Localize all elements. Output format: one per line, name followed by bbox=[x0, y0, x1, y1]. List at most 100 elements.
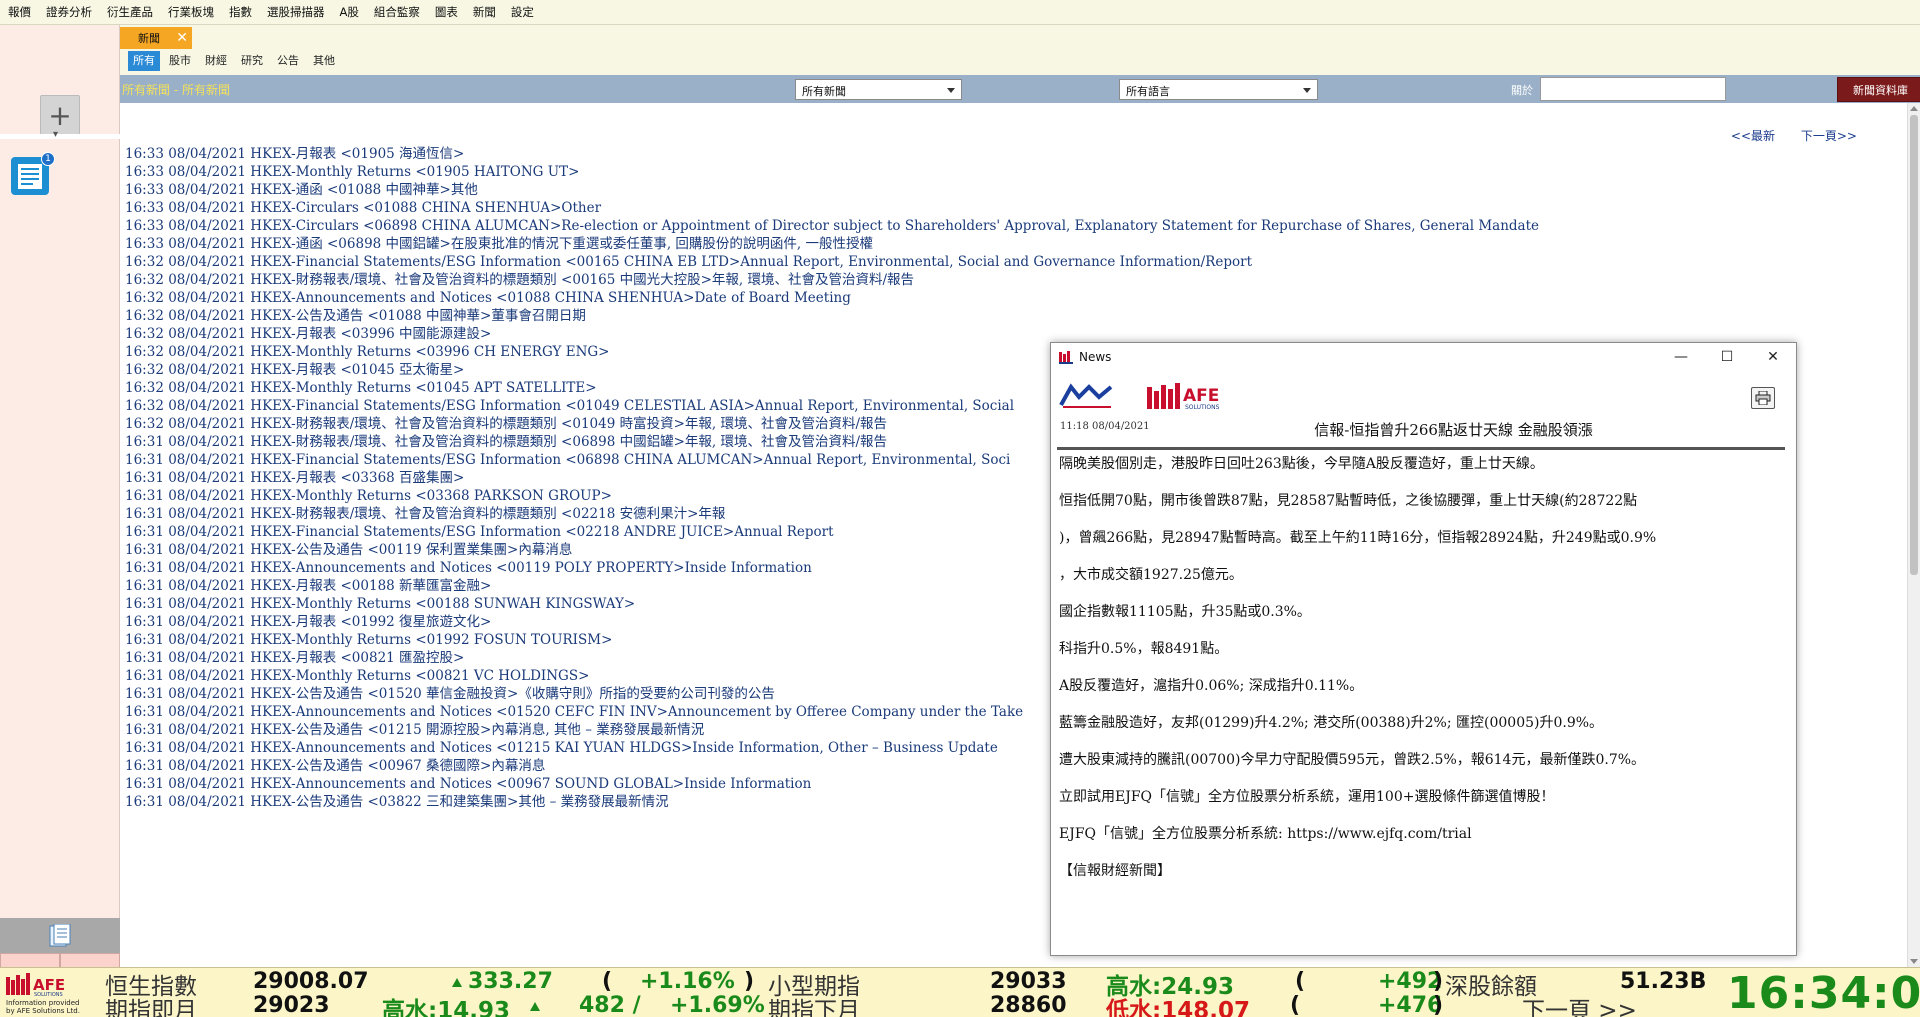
menu-item-9[interactable]: 新聞 bbox=[473, 4, 496, 20]
news-item[interactable]: 16:32 08/04/2021 HKEX-Announcements and … bbox=[125, 289, 1725, 307]
up-arrow-icon bbox=[530, 1001, 540, 1011]
small-paren-close: ) bbox=[1433, 969, 1444, 994]
filter-bar: 所有新聞 - 所有新聞 所有新聞 所有語言 關於 新聞資料庫 bbox=[120, 75, 1920, 103]
menu-item-1[interactable]: 證券分析 bbox=[46, 4, 92, 20]
next-page-link[interactable]: 下一頁>> bbox=[1801, 129, 1857, 143]
window-title: News bbox=[1079, 350, 1112, 364]
app-icon bbox=[1059, 351, 1073, 364]
news-paragraph: EJFQ「信號」全方位股票分析系統: https://www.ejfq.com/… bbox=[1059, 826, 1472, 842]
up-arrow-icon bbox=[452, 977, 462, 987]
next-paren-close: ) bbox=[1433, 993, 1444, 1017]
news-paragraph: ，大市成交額1927.25億元。 bbox=[1059, 567, 1243, 583]
headline-divider bbox=[1057, 447, 1785, 450]
news-paragraph: 立即試用EJFQ「信號」全方位股票分析系統，運用100+選股條件篩選值博股！ bbox=[1059, 789, 1555, 805]
afe-logo-text: AFE bbox=[1183, 386, 1219, 406]
expand-arrow-icon[interactable]: ▾ bbox=[53, 129, 58, 140]
left-panel: + ▾ 1 F1 F2 bbox=[0, 25, 120, 992]
scroll-up-icon[interactable] bbox=[1910, 106, 1918, 111]
latest-link[interactable]: <<最新 bbox=[1731, 129, 1775, 143]
hsi-value: 29008.07 bbox=[253, 969, 369, 994]
menu-item-8[interactable]: 圖表 bbox=[435, 4, 458, 20]
scroll-down-icon[interactable] bbox=[1910, 959, 1918, 964]
menu-bar: 報價 證券分析 衍生產品 行業板塊 指數 選股掃描器 A股 組合監察 圖表 新聞 設定 bbox=[0, 0, 1920, 25]
news-item[interactable]: 16:32 08/04/2021 HKEX-財務報表/環境、社會及管治資料的標題… bbox=[125, 271, 1725, 289]
news-item[interactable]: 16:32 08/04/2021 HKEX-Financial Statemen… bbox=[125, 253, 1725, 271]
afe-caption-2: by AFE Solutions Ltd. bbox=[6, 1007, 80, 1015]
menu-item-3[interactable]: 行業板塊 bbox=[168, 4, 214, 20]
subtab-2[interactable]: 財經 bbox=[200, 51, 232, 71]
news-paragraph: )，曾飆266點，見28947點暫時高。截至上午約11時16分，恒指報28924… bbox=[1059, 530, 1657, 546]
pager: <<最新 下一頁>> bbox=[1709, 127, 1857, 144]
notification-badge: 1 bbox=[41, 152, 55, 166]
minimize-icon[interactable]: — bbox=[1658, 343, 1704, 371]
news-body: 隔晚美股個別走，港股昨日回吐263點後，今早隨A股反覆造好，重上廿天線。 恒指低開… bbox=[1059, 455, 1784, 899]
subtab-1[interactable]: 股市 bbox=[164, 51, 196, 71]
news-item[interactable]: 16:32 08/04/2021 HKEX-月報表 <03996 中國能源建設> bbox=[125, 325, 1725, 343]
window-titlebar[interactable]: News — ☐ ✕ bbox=[1051, 343, 1796, 371]
subtab-5[interactable]: 其他 bbox=[308, 51, 340, 71]
news-headline: 信報-恒指曾升266點返廿天線 金融股領漲 bbox=[1314, 421, 1593, 439]
menu-item-2[interactable]: 衍生產品 bbox=[107, 4, 153, 20]
tab-news[interactable]: 新聞 ✕ bbox=[120, 27, 192, 49]
menu-item-7[interactable]: 組合監察 bbox=[374, 4, 420, 20]
scroll-thumb[interactable] bbox=[1910, 115, 1918, 575]
ticker-next-page[interactable]: 下一頁 >> bbox=[1522, 991, 1637, 1017]
menu-item-4[interactable]: 指數 bbox=[229, 4, 252, 20]
news-item[interactable]: 16:33 08/04/2021 HKEX-Circulars <01088 C… bbox=[125, 199, 1725, 217]
n2n-logo bbox=[1059, 383, 1113, 408]
fut-change bbox=[530, 993, 546, 1017]
menu-item-0[interactable]: 報價 bbox=[8, 4, 31, 20]
plus-icon: + bbox=[48, 98, 72, 132]
menu-item-10[interactable]: 設定 bbox=[511, 4, 534, 20]
news-item[interactable]: 16:33 08/04/2021 HKEX-Monthly Returns <0… bbox=[125, 163, 1725, 181]
print-button[interactable] bbox=[1751, 387, 1775, 409]
fut-premium-value: 14.93 bbox=[437, 998, 510, 1017]
chevron-down-icon bbox=[1303, 88, 1311, 93]
news-item[interactable]: 16:33 08/04/2021 HKEX-通函 <06898 中國鋁罐>在股東… bbox=[125, 235, 1725, 253]
close-icon[interactable]: ✕ bbox=[176, 30, 188, 46]
vertical-scrollbar[interactable] bbox=[1907, 103, 1920, 967]
next-month-discount-value: 148.07 bbox=[1161, 998, 1250, 1017]
maximize-icon[interactable]: ☐ bbox=[1704, 343, 1750, 371]
documents-button[interactable] bbox=[0, 918, 120, 953]
news-item[interactable]: 16:33 08/04/2021 HKEX-月報表 <01905 海通恆信> bbox=[125, 145, 1725, 163]
subtab-4[interactable]: 公告 bbox=[272, 51, 304, 71]
tab-bar: 新聞 ✕ bbox=[120, 27, 192, 49]
fut-premium: 高水:14.93 bbox=[382, 991, 510, 1017]
news-paragraph: 國企指數報11105點，升35點或0.3%。 bbox=[1059, 604, 1311, 620]
add-workspace-button[interactable]: + bbox=[40, 95, 80, 135]
category-dropdown-value: 所有新聞 bbox=[802, 85, 846, 98]
subtab-0[interactable]: 所有 bbox=[128, 51, 160, 71]
next-month-discount-label: 低水: bbox=[1106, 998, 1162, 1017]
hsi-paren-close: ) bbox=[744, 969, 755, 994]
news-paragraph: 【信報財經新聞】 bbox=[1059, 863, 1171, 879]
menu-item-6[interactable]: A股 bbox=[340, 4, 359, 20]
menu-item-5[interactable]: 選股掃描器 bbox=[267, 4, 325, 20]
category-dropdown[interactable]: 所有新聞 bbox=[795, 79, 962, 100]
keyword-label: 關於 bbox=[1511, 84, 1533, 97]
news-detail-window: News — ☐ ✕ AFE SOLUTIONS 11:18 08/04/202… bbox=[1050, 342, 1797, 956]
fut-pct: +1.69% bbox=[670, 993, 765, 1017]
next-paren-open: ( bbox=[1290, 993, 1301, 1017]
news-database-button[interactable]: 新聞資料庫 bbox=[1837, 77, 1920, 102]
next-month-discount: 低水:148.07 bbox=[1106, 991, 1250, 1017]
subtab-3[interactable]: 研究 bbox=[236, 51, 268, 71]
news-item[interactable]: 16:32 08/04/2021 HKEX-公告及通告 <01088 中國神華>… bbox=[125, 307, 1725, 325]
afe-footer-logo: AFE SOLUTIONS Information provided by AF… bbox=[6, 973, 80, 1015]
news-paragraph: 恒指低開70點，開市後曾跌87點，見28587點暫時低，之後協腰彈，重上廿天線(… bbox=[1059, 493, 1638, 509]
news-paragraph: A股反覆造好，滬指升0.06%; 深成指升0.11%。 bbox=[1059, 678, 1364, 694]
printer-icon bbox=[1755, 391, 1771, 405]
hsi-pct: +1.16% bbox=[640, 969, 735, 994]
news-paragraph: 遭大股東減持的騰訊(00700)今早力守配股價595元，曾跌2.5%，報614元… bbox=[1059, 752, 1646, 768]
fut-premium-label: 高水: bbox=[382, 998, 438, 1017]
tab-news-label: 新聞 bbox=[138, 32, 160, 45]
language-dropdown[interactable]: 所有語言 bbox=[1119, 79, 1318, 100]
afe-footer-logo-subtext: SOLUTIONS bbox=[34, 992, 63, 998]
news-paragraph: 科指升0.5%，報8491點。 bbox=[1059, 641, 1229, 657]
left-divider bbox=[0, 134, 120, 139]
news-item[interactable]: 16:33 08/04/2021 HKEX-通函 <01088 中國神華>其他 bbox=[125, 181, 1725, 199]
news-item[interactable]: 16:33 08/04/2021 HKEX-Circulars <06898 C… bbox=[125, 217, 1725, 235]
afe-caption-1: Information provided bbox=[6, 999, 79, 1007]
keyword-input[interactable] bbox=[1540, 77, 1726, 101]
close-icon[interactable]: ✕ bbox=[1750, 343, 1796, 371]
